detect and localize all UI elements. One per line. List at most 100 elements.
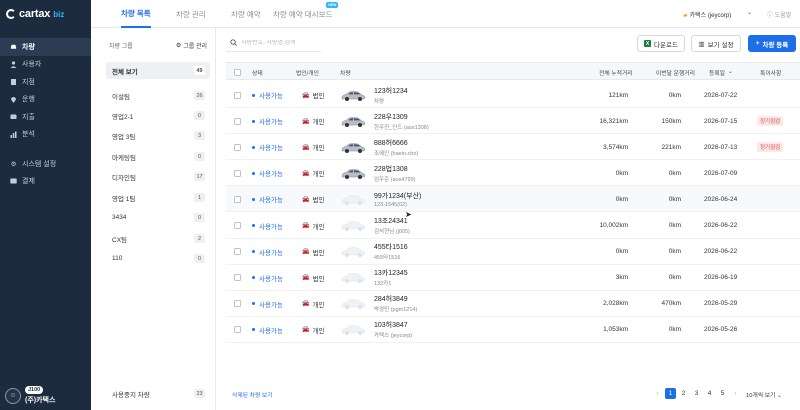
group-item-all[interactable]: 전체 보기 49 [106, 62, 210, 79]
view-settings-button[interactable]: ▥ 보기 설정 [691, 35, 741, 52]
vehicle-info[interactable]: 455타1516 455타1516 [374, 239, 408, 265]
group-item[interactable]: CX팀 2 [106, 230, 210, 247]
row-checkbox[interactable] [234, 300, 241, 308]
table-row[interactable]: 사용가능 🚘 개인 888허6666 조혜인 (haein.cho) 3,574km 221… [226, 134, 800, 161]
ownership-label: 🚘 개인 [302, 170, 325, 179]
table-row[interactable]: 사용가능 🚘 개인 103허3847 카택스 (jeycorp) 1,053km 0km 20… [226, 317, 800, 343]
prev-page-button[interactable]: ‹ [652, 388, 663, 399]
help-link[interactable]: ⓘ 도움말 [767, 10, 791, 19]
row-checkbox[interactable] [234, 274, 241, 282]
top-tab-bar: 차량 목록 차량 관리 차량 예약 차량 예약 대시보드 NEW ▰ 카택스 (j… [91, 0, 800, 28]
column-header-vehicle[interactable]: 차량 [340, 63, 351, 81]
select-all-checkbox[interactable] [234, 68, 241, 76]
plate-number: 123허1234 [374, 87, 408, 95]
tab-vehicle-list[interactable]: 차량 목록 [121, 0, 151, 28]
sidebar-item-billing[interactable]: 결제 [0, 173, 91, 191]
column-header-registered[interactable]: 등록일 ⌄ [709, 63, 733, 81]
table-row[interactable]: 사용가능 🚘 법인 99가1234(부산) 123-1545(02) 0km 0km 2026… [226, 186, 800, 213]
chevron-down-icon[interactable]: ⌄ [747, 9, 752, 16]
group-item[interactable]: 디자인팀 17 [106, 168, 210, 185]
sidebar-item-system-settings[interactable]: ⚙ 시스템 설정 [0, 155, 91, 173]
sidebar-item-branches[interactable]: 지점 [0, 73, 91, 91]
table-header: 상태 법인/개인 차량 전체 누적거리 이번달 운행거리 등록일 ⌄ 특이사항 [226, 62, 800, 80]
vehicle-thumbnail [340, 186, 366, 212]
vehicle-info[interactable]: 888허6666 조혜인 (haein.cho) [374, 134, 418, 160]
page-button[interactable]: 3 [691, 388, 702, 399]
search-box[interactable] [226, 35, 321, 52]
table-row[interactable]: 사용가능 🚘 개인 284허3849 박경민 (pgm1214) 2,028km 470km… [226, 291, 800, 317]
group-item[interactable]: 영업 1팀 1 [106, 189, 210, 206]
tab-vehicle-management[interactable]: 차량 관리 [176, 0, 206, 28]
group-item[interactable]: 마케팅팀 0 [106, 148, 210, 165]
column-header-month-distance[interactable]: 이번달 운행거리 [656, 63, 695, 81]
group-manage-button[interactable]: ⚙ 그룹 관리 [176, 41, 207, 50]
table-row[interactable]: 사용가능 🚘 법인 13카12345 132카1 3km 0km 2026-06-19 [226, 265, 800, 291]
row-checkbox[interactable] [234, 143, 241, 151]
sidebar-item-analytics[interactable]: 분석 [0, 126, 91, 144]
page-button[interactable]: 2 [678, 388, 689, 399]
plate-number: 455타1516 [374, 244, 408, 252]
vehicle-owner: 한우진_인드 (aos1308) [374, 124, 429, 131]
table-row[interactable]: 사용가능 🚘 개인 228법1308 임우준 (aos4799) 0km 0km 2026-0… [226, 160, 800, 187]
sidebar-item-trips[interactable]: 운행 [0, 91, 91, 109]
vehicle-info[interactable]: 103허3847 카택스 (jeycorp) [374, 317, 412, 343]
group-item[interactable]: 이설팀 26 [106, 87, 210, 104]
group-item[interactable]: 110 0 [106, 250, 210, 267]
row-checkbox[interactable] [234, 195, 241, 203]
sidebar-item-expenses[interactable]: 지출 [0, 108, 91, 126]
row-checkbox[interactable] [234, 117, 241, 125]
per-page-select[interactable]: 10개씩 보기 ⌄ [746, 390, 782, 399]
vehicle-info[interactable]: 284허3849 박경민 (pgm1214) [374, 291, 417, 317]
tab-vehicle-reservation[interactable]: 차량 예약 [231, 0, 261, 28]
row-checkbox[interactable] [234, 91, 241, 99]
sidebar-item-users[interactable]: 사용자 [0, 56, 91, 74]
wallet-icon [10, 113, 17, 120]
registered-date: 2026-06-22 [704, 248, 738, 256]
vehicle-thumbnail [340, 265, 366, 291]
sidebar-item-vehicles[interactable]: 차량 [0, 38, 91, 56]
total-distance: 0km [615, 169, 628, 177]
status-dot-icon [252, 302, 255, 306]
profile-badge: J100 [25, 386, 44, 394]
download-button[interactable]: X 다운로드 [637, 35, 685, 52]
row-checkbox[interactable] [234, 222, 241, 229]
search-input[interactable] [241, 40, 319, 46]
column-header-ownership[interactable]: 법인/개인 [296, 63, 319, 81]
table-row[interactable]: 사용가능 🚘 법인 455타1516 455타1516 0km 0km 2026-06-22 [226, 239, 800, 265]
group-item[interactable]: 영업 3팀 3 [106, 127, 210, 144]
group-item-suspended[interactable]: 사용중지 차량 23 [106, 385, 210, 402]
vehicle-info[interactable]: 228우1309 한우진_인드 (aos1308) [374, 108, 429, 134]
account-selector[interactable]: ▰ 카택스 (jeycorp) [683, 10, 731, 19]
row-checkbox[interactable] [234, 248, 241, 256]
deleted-vehicles-link[interactable]: 삭제된 차량 보기 [232, 390, 273, 399]
vehicle-info[interactable]: 99가1234(부산) 123-1545(02) [374, 186, 421, 212]
table-row[interactable]: 사용가능 🚘 법인 123허1234 차량 121km 0km 2026-07-22 [226, 82, 800, 108]
row-checkbox[interactable] [234, 169, 241, 177]
column-header-total-distance[interactable]: 전체 누적거리 [599, 63, 633, 81]
table-row[interactable]: 사용가능 🚘 개인 13조24341 김석현님 (j005) 10,002km 0km 202… [226, 213, 800, 239]
row-checkbox[interactable] [234, 326, 241, 334]
location-icon [10, 96, 17, 103]
group-item[interactable]: 영업2-1 0 [106, 107, 210, 124]
add-vehicle-button[interactable]: + 차량 등록 [748, 35, 796, 52]
total-distance: 0km [615, 195, 628, 203]
tab-reservation-dashboard[interactable]: 차량 예약 대시보드 NEW [273, 0, 339, 28]
profile[interactable]: ☺ J100 (주)카택스 [5, 386, 55, 405]
sidebar-item-label: 지점 [22, 78, 35, 86]
vehicle-thumbnail [340, 108, 366, 134]
branch-icon [10, 78, 17, 86]
vehicle-info[interactable]: 228법1308 임우준 (aos4799) [374, 160, 415, 186]
avatar[interactable]: ☺ [5, 387, 21, 404]
sort-chevron-icon: ⌄ [728, 69, 733, 75]
page-button[interactable]: 4 [704, 388, 715, 399]
column-header-status[interactable]: 상태 [252, 63, 263, 81]
vehicle-info[interactable]: 123허1234 차량 [374, 82, 408, 108]
logo[interactable]: cartax biz [0, 0, 91, 28]
group-item[interactable]: 3434 0 [106, 209, 210, 226]
table-row[interactable]: 사용가능 🚘 개인 228우1309 한우진_인드 (aos1308) 16,321km 1… [226, 108, 800, 135]
next-page-button[interactable]: › [730, 388, 741, 399]
vehicle-info[interactable]: 13카12345 132카1 [374, 265, 408, 291]
plate-number: 99가1234(부산) [374, 192, 422, 200]
page-button[interactable]: 1 [665, 388, 676, 399]
page-button[interactable]: 5 [717, 388, 728, 399]
